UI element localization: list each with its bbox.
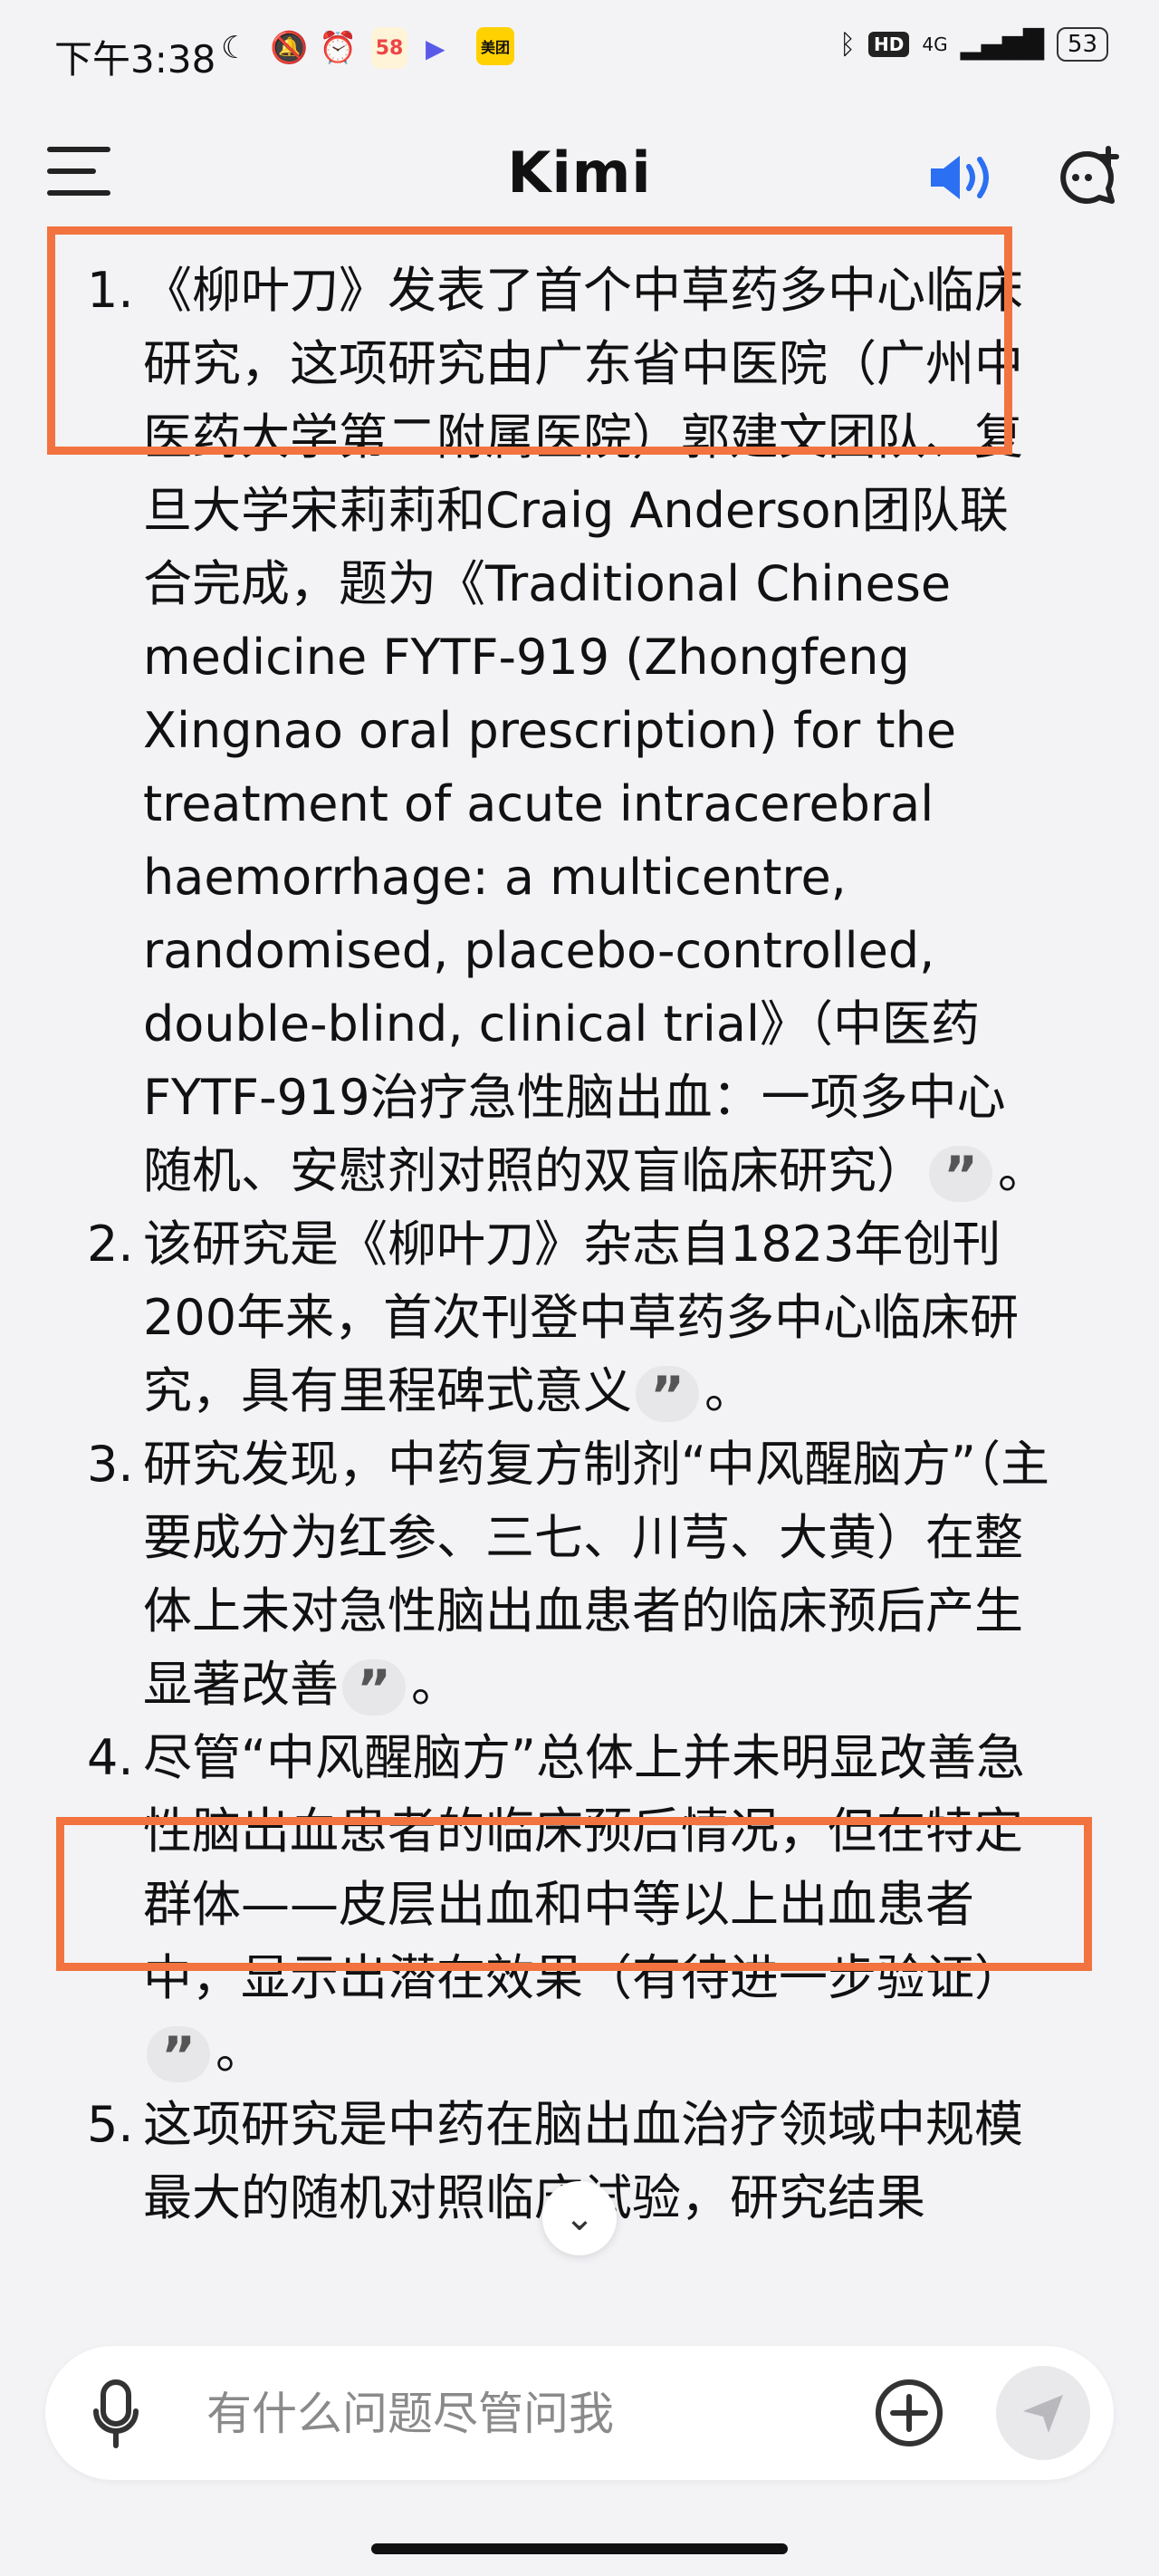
citation-icon[interactable]: ” bbox=[929, 1146, 992, 1206]
citation-icon[interactable]: ” bbox=[636, 1366, 699, 1426]
status-bar: 下午3:38 ☾ 🔕 ⏰ 58 ▶ 美团 ᛒ HD 4G ▂▄▆█ 53 bbox=[0, 0, 1159, 109]
send-icon bbox=[1023, 2395, 1063, 2433]
status-right: ᛒ HD 4G ▂▄▆█ 53 bbox=[839, 27, 1108, 62]
input-bar bbox=[45, 2346, 1114, 2480]
network-label: 4G bbox=[922, 34, 948, 55]
list-item-2: 2. 该研究是《柳叶刀》杂志自1823年创刊200年来，首次刊登中草药多中心临床研… bbox=[0, 1207, 1159, 1427]
send-button[interactable] bbox=[996, 2366, 1090, 2460]
citation-icon[interactable]: ” bbox=[342, 1659, 406, 1719]
list-number: 3. bbox=[87, 1436, 134, 1493]
list-item-text: 该研究是《柳叶刀》杂志自1823年创刊200年来，首次刊登中草药多中心临床研究，… bbox=[143, 1216, 1020, 1419]
battery-indicator: 53 bbox=[1056, 27, 1108, 62]
list-item-tail: 。 bbox=[704, 1362, 753, 1419]
citation-icon[interactable]: ” bbox=[147, 2026, 210, 2086]
app58-icon: 58 bbox=[371, 27, 407, 69]
moon-icon: ☾ bbox=[221, 30, 249, 66]
play-icon: ▶ bbox=[426, 33, 445, 63]
list-item-text: 研究发现，中药复方制剂“中风醒脑方”（主要成分为红参、三七、川芎、大黄）在整体上… bbox=[143, 1436, 1049, 1713]
list-item-tail: 。 bbox=[216, 2023, 264, 2080]
microphone-icon[interactable] bbox=[91, 2379, 141, 2449]
signal-icon: ▂▄▆█ bbox=[960, 28, 1044, 61]
list-item-tail: 。 bbox=[998, 1142, 1047, 1199]
meituan-icon: 美团 bbox=[476, 27, 514, 65]
speaker-icon[interactable] bbox=[927, 150, 994, 205]
highlight-box-2 bbox=[56, 1817, 1092, 1971]
new-chat-icon[interactable] bbox=[1056, 145, 1119, 208]
alarm-icon: ⏰ bbox=[319, 30, 358, 66]
status-time: 下午3:38 bbox=[54, 37, 216, 82]
list-number: 5. bbox=[87, 2096, 134, 2153]
list-item-tail: 。 bbox=[411, 1656, 460, 1713]
chat-content: 1. 《柳叶刀》发表了首个中草药多中心临床研究，这项研究由广东省中医院（广州中医药… bbox=[0, 254, 1159, 2337]
app58-label: 58 bbox=[375, 36, 404, 60]
list-number: 4. bbox=[87, 1729, 134, 1786]
hd-badge: HD bbox=[868, 32, 910, 57]
highlight-box-1 bbox=[47, 226, 1012, 455]
bluetooth-icon: ᛒ bbox=[839, 28, 857, 61]
bell-off-icon: 🔕 bbox=[270, 30, 309, 66]
message-input[interactable] bbox=[205, 2380, 715, 2447]
meituan-label: 美团 bbox=[480, 39, 510, 56]
scroll-down-button[interactable]: ⌄ bbox=[542, 2181, 617, 2255]
list-item-3: 3. 研究发现，中药复方制剂“中风醒脑方”（主要成分为红参、三七、川芎、大黄）在整… bbox=[0, 1427, 1159, 1721]
add-attachment-icon[interactable] bbox=[873, 2377, 945, 2449]
home-indicator[interactable] bbox=[371, 2543, 788, 2554]
chevron-down-icon: ⌄ bbox=[564, 2197, 595, 2239]
list-number: 2. bbox=[87, 1216, 134, 1273]
app-header: Kimi bbox=[0, 118, 1159, 235]
